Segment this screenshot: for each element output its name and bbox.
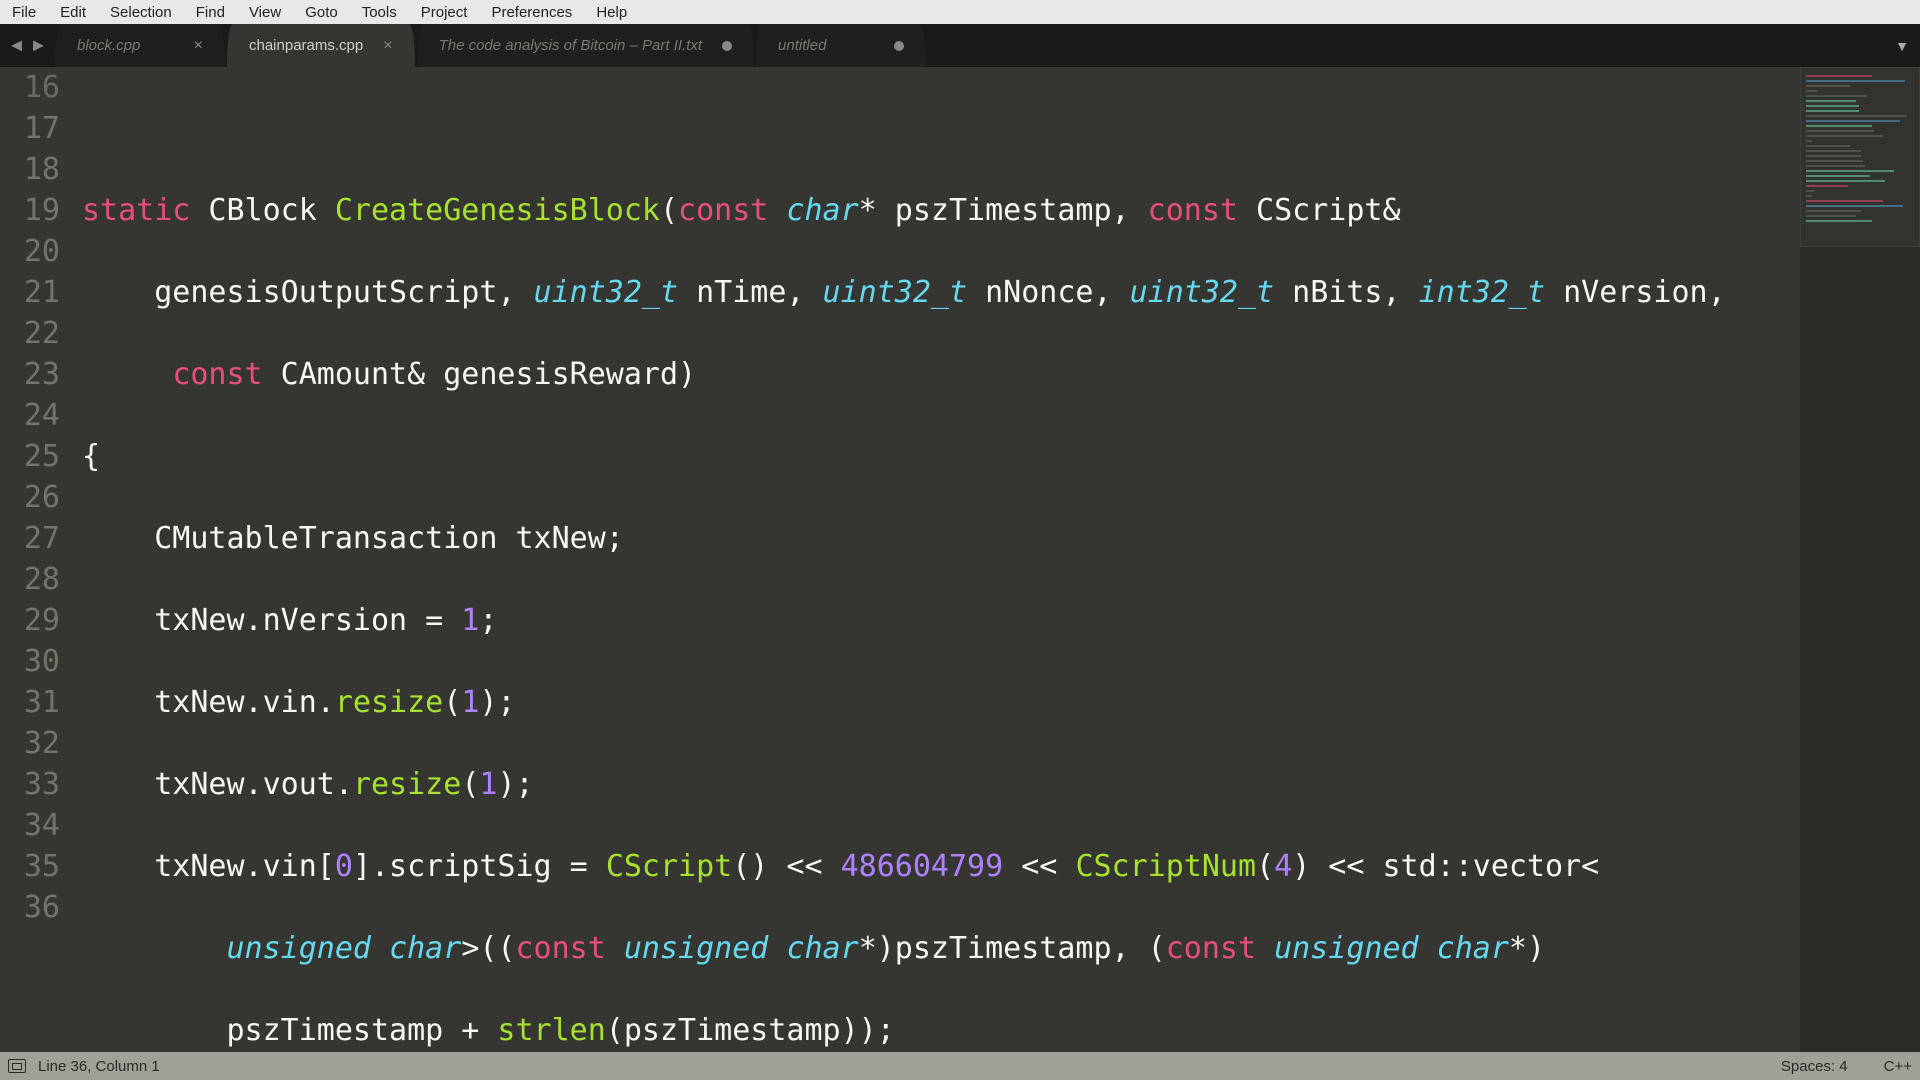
tab-label: untitled <box>778 37 826 54</box>
code-line: pszTimestamp + strlen(pszTimestamp)); <box>82 1010 1792 1051</box>
menu-preferences[interactable]: Preferences <box>479 2 584 23</box>
dirty-indicator-icon <box>722 41 732 51</box>
line-number: 29 <box>0 600 60 641</box>
menu-project[interactable]: Project <box>409 2 480 23</box>
menu-file[interactable]: File <box>0 2 48 23</box>
line-number: 25 <box>0 436 60 477</box>
tab-overflow-icon[interactable]: ▼ <box>1884 24 1920 67</box>
code-area[interactable]: static CBlock CreateGenesisBlock(const c… <box>82 67 1800 1052</box>
line-number: 26 <box>0 477 60 518</box>
tab-nav: ◄ ► <box>0 24 55 67</box>
line-number: 28 <box>0 559 60 600</box>
line-number: 30 <box>0 641 60 682</box>
line-number: 20 <box>0 231 60 272</box>
code-line: txNew.vout.resize(1); <box>82 764 1792 805</box>
tab-label: The code analysis of Bitcoin – Part II.t… <box>439 37 702 54</box>
line-number: 27 <box>0 518 60 559</box>
line-number: 31 <box>0 682 60 723</box>
menu-view[interactable]: View <box>237 2 293 23</box>
dirty-indicator-icon <box>894 41 904 51</box>
status-cursor-position[interactable]: Line 36, Column 1 <box>38 1058 160 1075</box>
line-number: 34 <box>0 805 60 846</box>
line-number: 21 <box>0 272 60 313</box>
line-number: 32 <box>0 723 60 764</box>
minimap[interactable] <box>1800 67 1920 1052</box>
line-number: 35 <box>0 846 60 887</box>
line-number: 33 <box>0 764 60 805</box>
menu-tools[interactable]: Tools <box>350 2 409 23</box>
line-number: 23 <box>0 354 60 395</box>
close-icon[interactable]: × <box>383 37 392 55</box>
line-number-gutter[interactable]: 16 17 18 19 20 21 22 23 24 25 26 27 28 2… <box>0 67 82 1052</box>
code-line: txNew.nVersion = 1; <box>82 600 1792 641</box>
line-number: 36 <box>0 887 60 928</box>
tab-history-fwd-icon[interactable]: ► <box>30 35 48 56</box>
tab-bar: ◄ ► block.cpp × chainparams.cpp × The co… <box>0 24 1920 67</box>
menu-edit[interactable]: Edit <box>48 2 98 23</box>
code-line: txNew.vin[0].scriptSig = CScript() << 48… <box>82 846 1792 887</box>
tab-untitled[interactable]: untitled <box>756 24 926 67</box>
status-bar: Line 36, Column 1 Spaces: 4 C++ <box>0 1052 1920 1080</box>
tab-history-back-icon[interactable]: ◄ <box>8 35 26 56</box>
code-line <box>82 108 1792 149</box>
menu-find[interactable]: Find <box>184 2 237 23</box>
minimap-content <box>1806 75 1916 225</box>
menu-bar: File Edit Selection Find View Goto Tools… <box>0 0 1920 24</box>
menu-goto[interactable]: Goto <box>293 2 350 23</box>
line-number: 24 <box>0 395 60 436</box>
editor: 16 17 18 19 20 21 22 23 24 25 26 27 28 2… <box>0 67 1920 1052</box>
code-line: unsigned char>((const unsigned char*)psz… <box>82 928 1792 969</box>
code-line: txNew.vin.resize(1); <box>82 682 1792 723</box>
menu-help[interactable]: Help <box>584 2 639 23</box>
line-number: 17 <box>0 108 60 149</box>
line-number: 19 <box>0 190 60 231</box>
tab-label: chainparams.cpp <box>249 37 363 54</box>
code-line: { <box>82 436 1792 477</box>
close-icon[interactable]: × <box>194 37 203 55</box>
code-line: static CBlock CreateGenesisBlock(const c… <box>82 190 1792 231</box>
line-number: 16 <box>0 67 60 108</box>
tab-analysis-txt[interactable]: The code analysis of Bitcoin – Part II.t… <box>417 24 754 67</box>
tab-label: block.cpp <box>77 37 140 54</box>
panel-switch-icon[interactable] <box>8 1059 26 1073</box>
code-line: CMutableTransaction txNew; <box>82 518 1792 559</box>
code-line: const CAmount& genesisReward) <box>82 354 1792 395</box>
code-line: genesisOutputScript, uint32_t nTime, uin… <box>82 272 1792 313</box>
status-syntax[interactable]: C++ <box>1884 1058 1912 1075</box>
menu-selection[interactable]: Selection <box>98 2 184 23</box>
line-number: 18 <box>0 149 60 190</box>
status-indent[interactable]: Spaces: 4 <box>1781 1058 1848 1075</box>
tab-chainparams-cpp[interactable]: chainparams.cpp × <box>227 24 415 67</box>
tab-block-cpp[interactable]: block.cpp × <box>55 24 225 67</box>
line-number: 22 <box>0 313 60 354</box>
